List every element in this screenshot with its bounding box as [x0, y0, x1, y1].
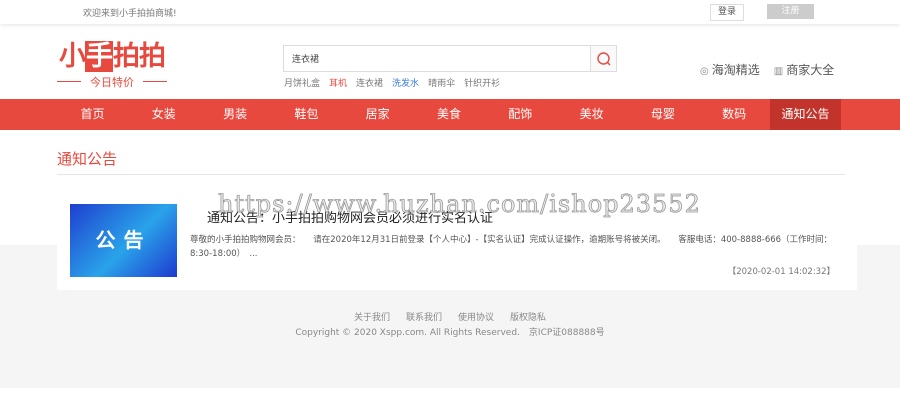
divider	[57, 174, 845, 175]
hot-word[interactable]: 针织开衫	[464, 76, 500, 89]
footer-link[interactable]: 关于我们	[354, 310, 390, 323]
register-button[interactable]: 注册	[767, 4, 814, 19]
search-icon	[596, 51, 610, 65]
nav-item[interactable]: 居家	[342, 99, 413, 130]
link-label: 海淘精选	[711, 63, 760, 77]
notice-date: 【2020-02-01 14:02:32】	[727, 267, 835, 277]
hot-word[interactable]: 月饼礼盒	[284, 76, 320, 89]
nav-item[interactable]: 女装	[128, 99, 199, 130]
hot-word[interactable]: 连衣裙	[356, 76, 383, 89]
watermark: https://www.huzhan.com/ishop23552	[218, 190, 701, 219]
welcome-text: 欢迎来到小手拍拍商城!	[83, 9, 177, 19]
nav-item[interactable]: 数码	[699, 99, 770, 130]
nav-item[interactable]: 美食	[414, 99, 485, 130]
logo-part: 小	[59, 41, 86, 72]
footer-link[interactable]: 联系我们	[406, 310, 442, 323]
nav-item[interactable]: 首页	[57, 99, 128, 130]
link-label: 商家大全	[786, 63, 835, 77]
header-links: ◎ 海淘精选 ▥ 商家大全	[700, 61, 834, 78]
logo-part: 拍拍	[113, 41, 166, 72]
nav-item[interactable]: 美妆	[556, 99, 627, 130]
search-box	[283, 45, 617, 72]
logo-slogan: 今日特价	[57, 74, 167, 90]
footer-links: 关于我们 联系我们 使用协议 版权隐私	[0, 310, 900, 323]
search-button[interactable]	[590, 46, 616, 71]
store-icon: ▥	[773, 66, 784, 77]
copyright: Copyright © 2020 Xspp.com. All Rights Re…	[295, 328, 605, 338]
footer-link[interactable]: 使用协议	[458, 310, 494, 323]
logo-brand: 小手拍拍	[59, 34, 166, 73]
nav-item[interactable]: 鞋包	[271, 99, 342, 130]
hot-search-words: 月饼礼盒 耳机 连衣裙 洗发水 晴雨伞 针织开衫	[284, 76, 500, 89]
header-link-global[interactable]: ◎ 海淘精选	[700, 61, 760, 78]
globe-icon: ◎	[700, 66, 709, 77]
notice-summary: 尊敬的小手拍拍购物网会员： 请在2020年12月31日前登录【个人中心】-【实名…	[190, 235, 833, 259]
search-input[interactable]	[284, 46, 590, 71]
top-bar: 欢迎来到小手拍拍商城! 登录 注册	[0, 0, 900, 24]
logo-bag-icon: 手	[85, 41, 113, 72]
logo[interactable]: 小手拍拍 今日特价	[57, 34, 167, 90]
nav-item[interactable]: 母婴	[627, 99, 698, 130]
nav-item[interactable]: 通知公告	[770, 99, 841, 130]
nav-item[interactable]: 配饰	[485, 99, 556, 130]
header-link-stores[interactable]: ▥ 商家大全	[774, 61, 834, 78]
page-title: 通知公告	[57, 150, 118, 168]
footer-link[interactable]: 版权隐私	[510, 310, 546, 323]
notice-thumbnail[interactable]: 公告	[70, 204, 177, 277]
login-button[interactable]: 登录	[710, 4, 744, 21]
hot-word[interactable]: 洗发水	[392, 76, 419, 89]
nav-item[interactable]: 男装	[200, 99, 271, 130]
hot-word[interactable]: 耳机	[329, 76, 347, 89]
main-nav: 首页 女装 男装 鞋包 居家 美食 配饰 美妆 母婴 数码 通知公告	[0, 99, 900, 130]
hot-word[interactable]: 晴雨伞	[428, 76, 455, 89]
